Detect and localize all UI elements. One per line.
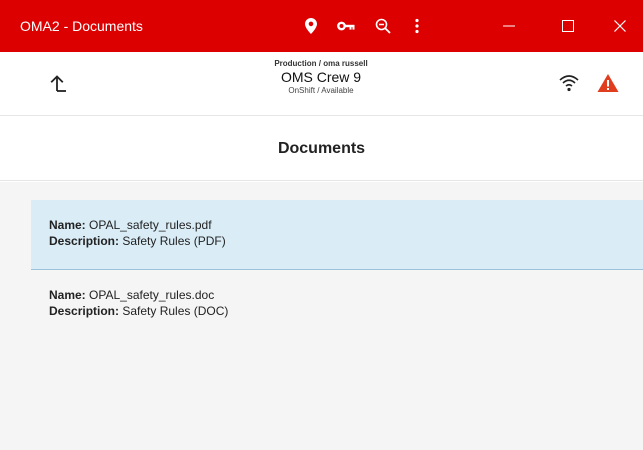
minimize-icon xyxy=(503,25,515,27)
document-description: Safety Rules (DOC) xyxy=(119,304,229,318)
document-description-label: Description: xyxy=(49,304,120,318)
crew-context: Production / oma russell xyxy=(274,59,368,68)
minimize-button[interactable] xyxy=(486,0,532,52)
wifi-icon xyxy=(556,70,582,96)
crew-name: OMS Crew 9 xyxy=(280,69,362,85)
crew-status: OnShift / Available xyxy=(288,86,354,95)
document-name-label: Name: xyxy=(49,218,86,232)
document-description-line: Description: Safety Rules (PDF) xyxy=(49,233,643,249)
crew-info: Production / oma russell OMS Crew 9 OnSh… xyxy=(221,59,421,96)
document-name-line: Name: OPAL_safety_rules.pdf xyxy=(49,217,643,233)
document-description-line: Description: Safety Rules (DOC) xyxy=(49,303,643,319)
zoom-out-icon[interactable] xyxy=(368,0,398,52)
maximize-button[interactable] xyxy=(545,0,591,52)
document-item[interactable]: Name: OPAL_safety_rules.pdf Description:… xyxy=(31,200,643,270)
back-button[interactable] xyxy=(40,67,76,101)
title-bar: OMA2 - Documents xyxy=(0,0,643,52)
window-title: OMA2 - Documents xyxy=(20,18,143,34)
documents-panel: Name: OPAL_safety_rules.pdf Description:… xyxy=(0,182,643,450)
close-icon xyxy=(614,20,626,32)
document-description: Safety Rules (PDF) xyxy=(119,234,226,248)
document-name-label: Name: xyxy=(49,288,86,302)
arrow-up-icon xyxy=(50,75,66,92)
document-item[interactable]: Name: OPAL_safety_rules.doc Description:… xyxy=(31,270,643,340)
maximize-icon xyxy=(562,20,574,32)
warning-icon[interactable] xyxy=(595,70,621,96)
document-list: Name: OPAL_safety_rules.pdf Description:… xyxy=(31,200,643,340)
app-window: OMA2 - Documents Production / oma russel… xyxy=(0,0,643,450)
close-button[interactable] xyxy=(597,0,643,52)
location-pin-icon[interactable] xyxy=(298,0,324,52)
crew-header: Production / oma russell OMS Crew 9 OnSh… xyxy=(0,52,643,116)
page-title: Documents xyxy=(277,140,366,157)
key-icon[interactable] xyxy=(331,0,361,52)
document-name-line: Name: OPAL_safety_rules.doc xyxy=(49,287,643,303)
page-title-bar: Documents xyxy=(0,117,643,181)
document-name: OPAL_safety_rules.pdf xyxy=(85,218,212,232)
document-name: OPAL_safety_rules.doc xyxy=(85,288,215,302)
more-vert-icon[interactable] xyxy=(404,0,430,52)
document-description-label: Description: xyxy=(49,234,120,248)
